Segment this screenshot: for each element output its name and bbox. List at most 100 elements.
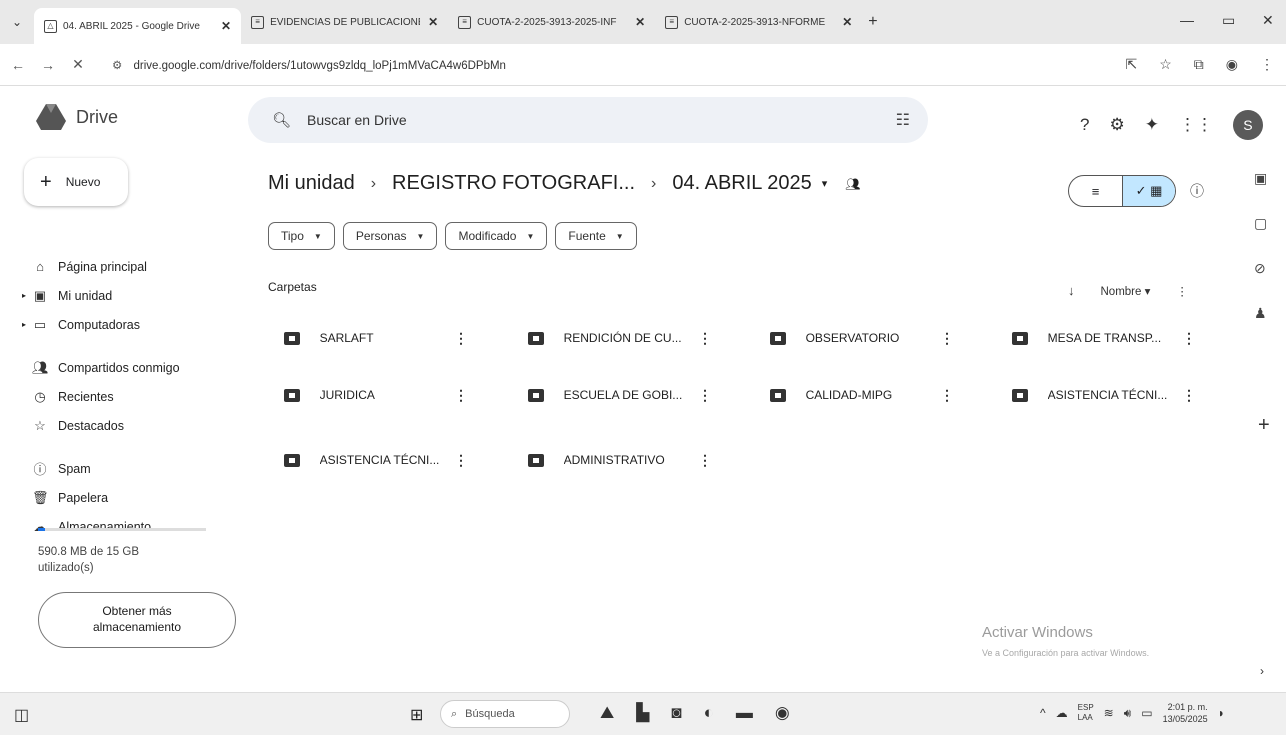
avatar[interactable]: S xyxy=(1232,110,1263,140)
folder-item[interactable]: OBSERVATORIO ⋮ xyxy=(754,321,954,355)
expand-caret-icon[interactable]: ▸ xyxy=(22,291,26,300)
notifications-icon[interactable]: ◗ xyxy=(1218,706,1225,720)
sidebar-item-shared[interactable]: 👥︎ Compartidos conmigo xyxy=(0,353,240,382)
install-app-icon[interactable]: ⇱ xyxy=(1125,56,1137,73)
sidebar-item-spam[interactable]: ⓘ Spam xyxy=(0,454,240,483)
folder-item[interactable]: CALIDAD-MIPG ⋮ xyxy=(754,378,954,412)
browser-tab-cuota-2[interactable]: ≡ CUOTA-2-2025-3913-NFORME ✕ xyxy=(655,4,862,40)
apps-grid-icon[interactable]: ⋮⋮ xyxy=(1179,115,1213,135)
weather-icon[interactable]: ☁ xyxy=(1056,706,1068,720)
back-arrow-icon[interactable]: ← xyxy=(6,57,30,73)
bookmark-star-icon[interactable]: ☆ xyxy=(1159,56,1172,73)
restore-icon[interactable]: ▭ xyxy=(1222,12,1235,29)
widgets-icon[interactable]: ◫ xyxy=(14,705,29,725)
folder-item[interactable]: ASISTENCIA TÉCNI... ⋮ xyxy=(996,378,1196,412)
new-tab-plus-icon[interactable]: + xyxy=(868,13,877,31)
search-options-icon[interactable]: ☷ xyxy=(896,110,910,130)
search-icon[interactable]: 🔍︎ xyxy=(272,111,291,129)
more-options-icon[interactable]: ⋮ xyxy=(454,330,468,347)
forward-arrow-icon[interactable]: → xyxy=(36,57,60,73)
mountain-widget-icon[interactable]: ⛰ xyxy=(600,703,614,723)
chrome-browser-icon[interactable]: ◉ xyxy=(775,703,790,723)
folder-item[interactable]: SARLAFT ⋮ xyxy=(268,321,468,355)
gemini-sparkle-icon[interactable]: ✦ xyxy=(1145,115,1159,135)
filter-chip-modified[interactable]: Modificado ▼ xyxy=(445,222,548,250)
sidebar-item-my-drive[interactable]: ▸ ▣ Mi unidad xyxy=(0,281,240,310)
more-options-icon[interactable]: ⋮ xyxy=(454,452,468,469)
filter-chip-type[interactable]: Tipo ▼ xyxy=(268,222,335,250)
more-options-icon[interactable]: ⋮ xyxy=(1182,330,1196,347)
folder-item[interactable]: JURIDICA ⋮ xyxy=(268,378,468,412)
minimize-icon[interactable]: — xyxy=(1180,12,1194,28)
close-tab-icon[interactable]: ✕ xyxy=(221,19,231,33)
more-options-icon[interactable]: ⋮ xyxy=(454,387,468,404)
language-indicator[interactable]: ESP LAA xyxy=(1078,703,1094,723)
sidebar-item-home[interactable]: ⌂ Página principal xyxy=(0,252,240,281)
chevron-down-icon[interactable]: ▾ xyxy=(822,177,828,190)
chat-icon[interactable]: ◙ xyxy=(671,703,681,723)
grid-view-button[interactable]: ✓ ▦ xyxy=(1121,176,1175,206)
more-options-icon[interactable]: ⋮ xyxy=(698,330,712,347)
sidebar-item-storage[interactable]: ☁ Almacenamiento xyxy=(0,512,240,541)
filter-chip-source[interactable]: Fuente ▼ xyxy=(555,222,637,250)
folder-item[interactable]: ESCUELA DE GOBI... ⋮ xyxy=(512,378,712,412)
keep-icon[interactable]: ▢ xyxy=(1254,215,1267,232)
list-view-button[interactable]: ≡ xyxy=(1069,176,1122,206)
breadcrumb-root[interactable]: Mi unidad xyxy=(268,172,355,195)
sidebar-item-recent[interactable]: ◷ Recientes xyxy=(0,382,240,411)
tray-chevron-up-icon[interactable]: ^ xyxy=(1040,706,1046,720)
edge-browser-icon[interactable]: ◐ xyxy=(704,703,714,723)
drive-logo[interactable]: Drive xyxy=(36,104,118,130)
filter-chip-people[interactable]: Personas ▼ xyxy=(342,222,438,250)
sidebar-item-starred[interactable]: ☆ Destacados xyxy=(0,411,240,440)
tasks-icon[interactable]: ⊘ xyxy=(1254,260,1267,277)
get-addons-plus-icon[interactable]: + xyxy=(1258,414,1270,437)
clock[interactable]: 2:01 p. m. 13/05/2025 xyxy=(1163,701,1208,725)
stop-icon[interactable]: ✕ xyxy=(66,56,90,73)
expand-caret-icon[interactable]: ▸ xyxy=(22,320,26,329)
sidebar-item-computers[interactable]: ▸ ▭ Computadoras xyxy=(0,310,240,339)
profile-icon[interactable]: ◉ xyxy=(1226,56,1238,73)
browser-tab-cuota-1[interactable]: ≡ CUOTA-2-2025-3913-2025-INF ✕ xyxy=(448,4,655,40)
close-tab-icon[interactable]: ✕ xyxy=(842,15,852,29)
start-windows-icon[interactable]: ⊞ xyxy=(410,705,423,725)
folder-item[interactable]: ASISTENCIA TÉCNI... ⋮ xyxy=(268,443,468,477)
file-explorer-icon[interactable]: ▙ xyxy=(636,703,649,723)
sort-direction-arrow-icon[interactable]: ↓ xyxy=(1068,283,1075,298)
url-field[interactable]: ⚙ drive.google.com/drive/folders/1utowvg… xyxy=(112,58,506,72)
folder-item[interactable]: MESA DE TRANSP... ⋮ xyxy=(996,321,1196,355)
close-tab-icon[interactable]: ✕ xyxy=(428,15,438,29)
extensions-icon[interactable]: ⧉ xyxy=(1194,56,1204,73)
wifi-icon[interactable]: ≋ xyxy=(1104,706,1114,720)
more-options-icon[interactable]: ⋮ xyxy=(698,387,712,404)
more-options-icon[interactable]: ⋮ xyxy=(698,452,712,469)
details-info-icon[interactable]: ⓘ xyxy=(1190,181,1204,201)
sidebar-item-trash[interactable]: 🗑︎ Papelera xyxy=(0,483,240,512)
browser-menu-icon[interactable]: ⋮ xyxy=(1260,56,1274,73)
close-tab-icon[interactable]: ✕ xyxy=(635,15,645,29)
taskbar-search[interactable]: ⌕ Búsqueda xyxy=(440,700,570,728)
browser-tab-evidencias[interactable]: ≡ EVIDENCIAS DE PUBLICACIONE ✕ xyxy=(241,4,448,40)
battery-icon[interactable]: ▭ xyxy=(1141,706,1152,720)
search-input[interactable]: 🔍︎ Buscar en Drive ☷ xyxy=(248,97,928,143)
sort-by-button[interactable]: Nombre ▾ xyxy=(1101,284,1151,298)
tab-search-chevron-icon[interactable]: ⌄ xyxy=(0,15,34,29)
more-options-icon[interactable]: ⋮ xyxy=(940,387,954,404)
volume-icon[interactable]: 🔊︎ xyxy=(1124,706,1132,721)
breadcrumb-current[interactable]: 04. ABRIL 2025 xyxy=(672,172,811,195)
help-icon[interactable]: ? xyxy=(1080,115,1089,135)
more-options-icon[interactable]: ⋮ xyxy=(940,330,954,347)
store-icon[interactable]: ▬ xyxy=(736,703,753,723)
more-options-icon[interactable]: ⋮ xyxy=(1176,284,1188,298)
calendar-icon[interactable]: ▣ xyxy=(1254,170,1267,187)
browser-tab-drive[interactable]: △ 04. ABRIL 2025 - Google Drive ✕ xyxy=(34,8,242,44)
chevron-right-icon[interactable]: › xyxy=(1260,664,1264,678)
site-info-icon[interactable]: ⚙ xyxy=(112,60,122,72)
new-button[interactable]: + Nuevo xyxy=(24,158,128,206)
settings-gear-icon[interactable]: ⚙ xyxy=(1109,115,1124,135)
folder-item[interactable]: ADMINISTRATIVO ⋮ xyxy=(512,443,712,477)
get-more-storage-button[interactable]: Obtener más almacenamiento xyxy=(38,592,236,648)
more-options-icon[interactable]: ⋮ xyxy=(1182,387,1196,404)
contacts-icon[interactable]: ♟ xyxy=(1254,305,1267,322)
breadcrumb-parent[interactable]: REGISTRO FOTOGRAFI... xyxy=(392,172,635,195)
